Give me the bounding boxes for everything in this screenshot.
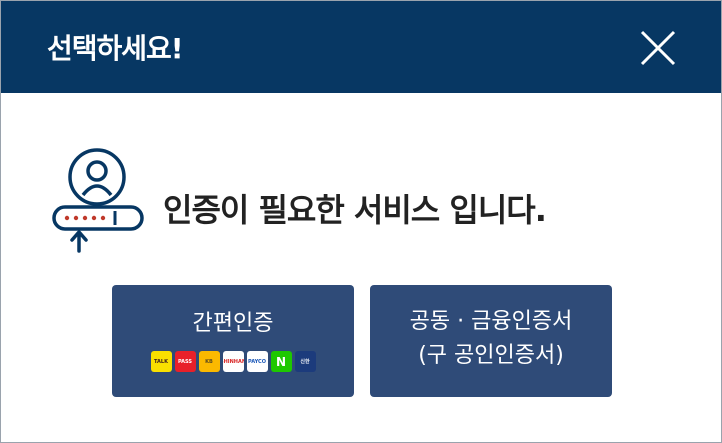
auth-required-message: 인증이 필요한 서비스 입니다. — [163, 191, 547, 229]
dialog-header: 선택하세요! — [1, 1, 721, 93]
pass-icon: PASS — [174, 351, 196, 372]
simple-auth-label: 간편인증 — [192, 311, 274, 336]
certificate-label-line2: (구 공인인증서) — [418, 343, 564, 368]
kakao-talk-icon: TALK — [150, 351, 172, 372]
certificate-auth-button[interactable]: 공동 · 금융인증서 (구 공인인증서) — [370, 285, 612, 397]
kb-icon: KB — [198, 351, 220, 372]
bank-icon: 신한 — [294, 351, 316, 372]
shinhan-icon: SHINHAN — [222, 351, 244, 372]
close-icon — [640, 30, 676, 66]
payco-icon: PAYCO — [246, 351, 268, 372]
provider-icons: TALKPASSKBSHINHANPAYCON신한 — [112, 351, 354, 372]
dialog-title: 선택하세요! — [47, 32, 184, 65]
user-login-icon — [52, 148, 144, 253]
auth-select-dialog: 선택하세요! 인증이 필요한 서비스 입니다. 간편인증 TALKPASSKBS… — [0, 0, 722, 443]
naver-icon: N — [270, 351, 292, 372]
simple-auth-button[interactable]: 간편인증 TALKPASSKBSHINHANPAYCON신한 — [112, 285, 354, 397]
close-button[interactable] — [635, 25, 681, 71]
certificate-label-line1: 공동 · 금융인증서 — [409, 309, 573, 334]
